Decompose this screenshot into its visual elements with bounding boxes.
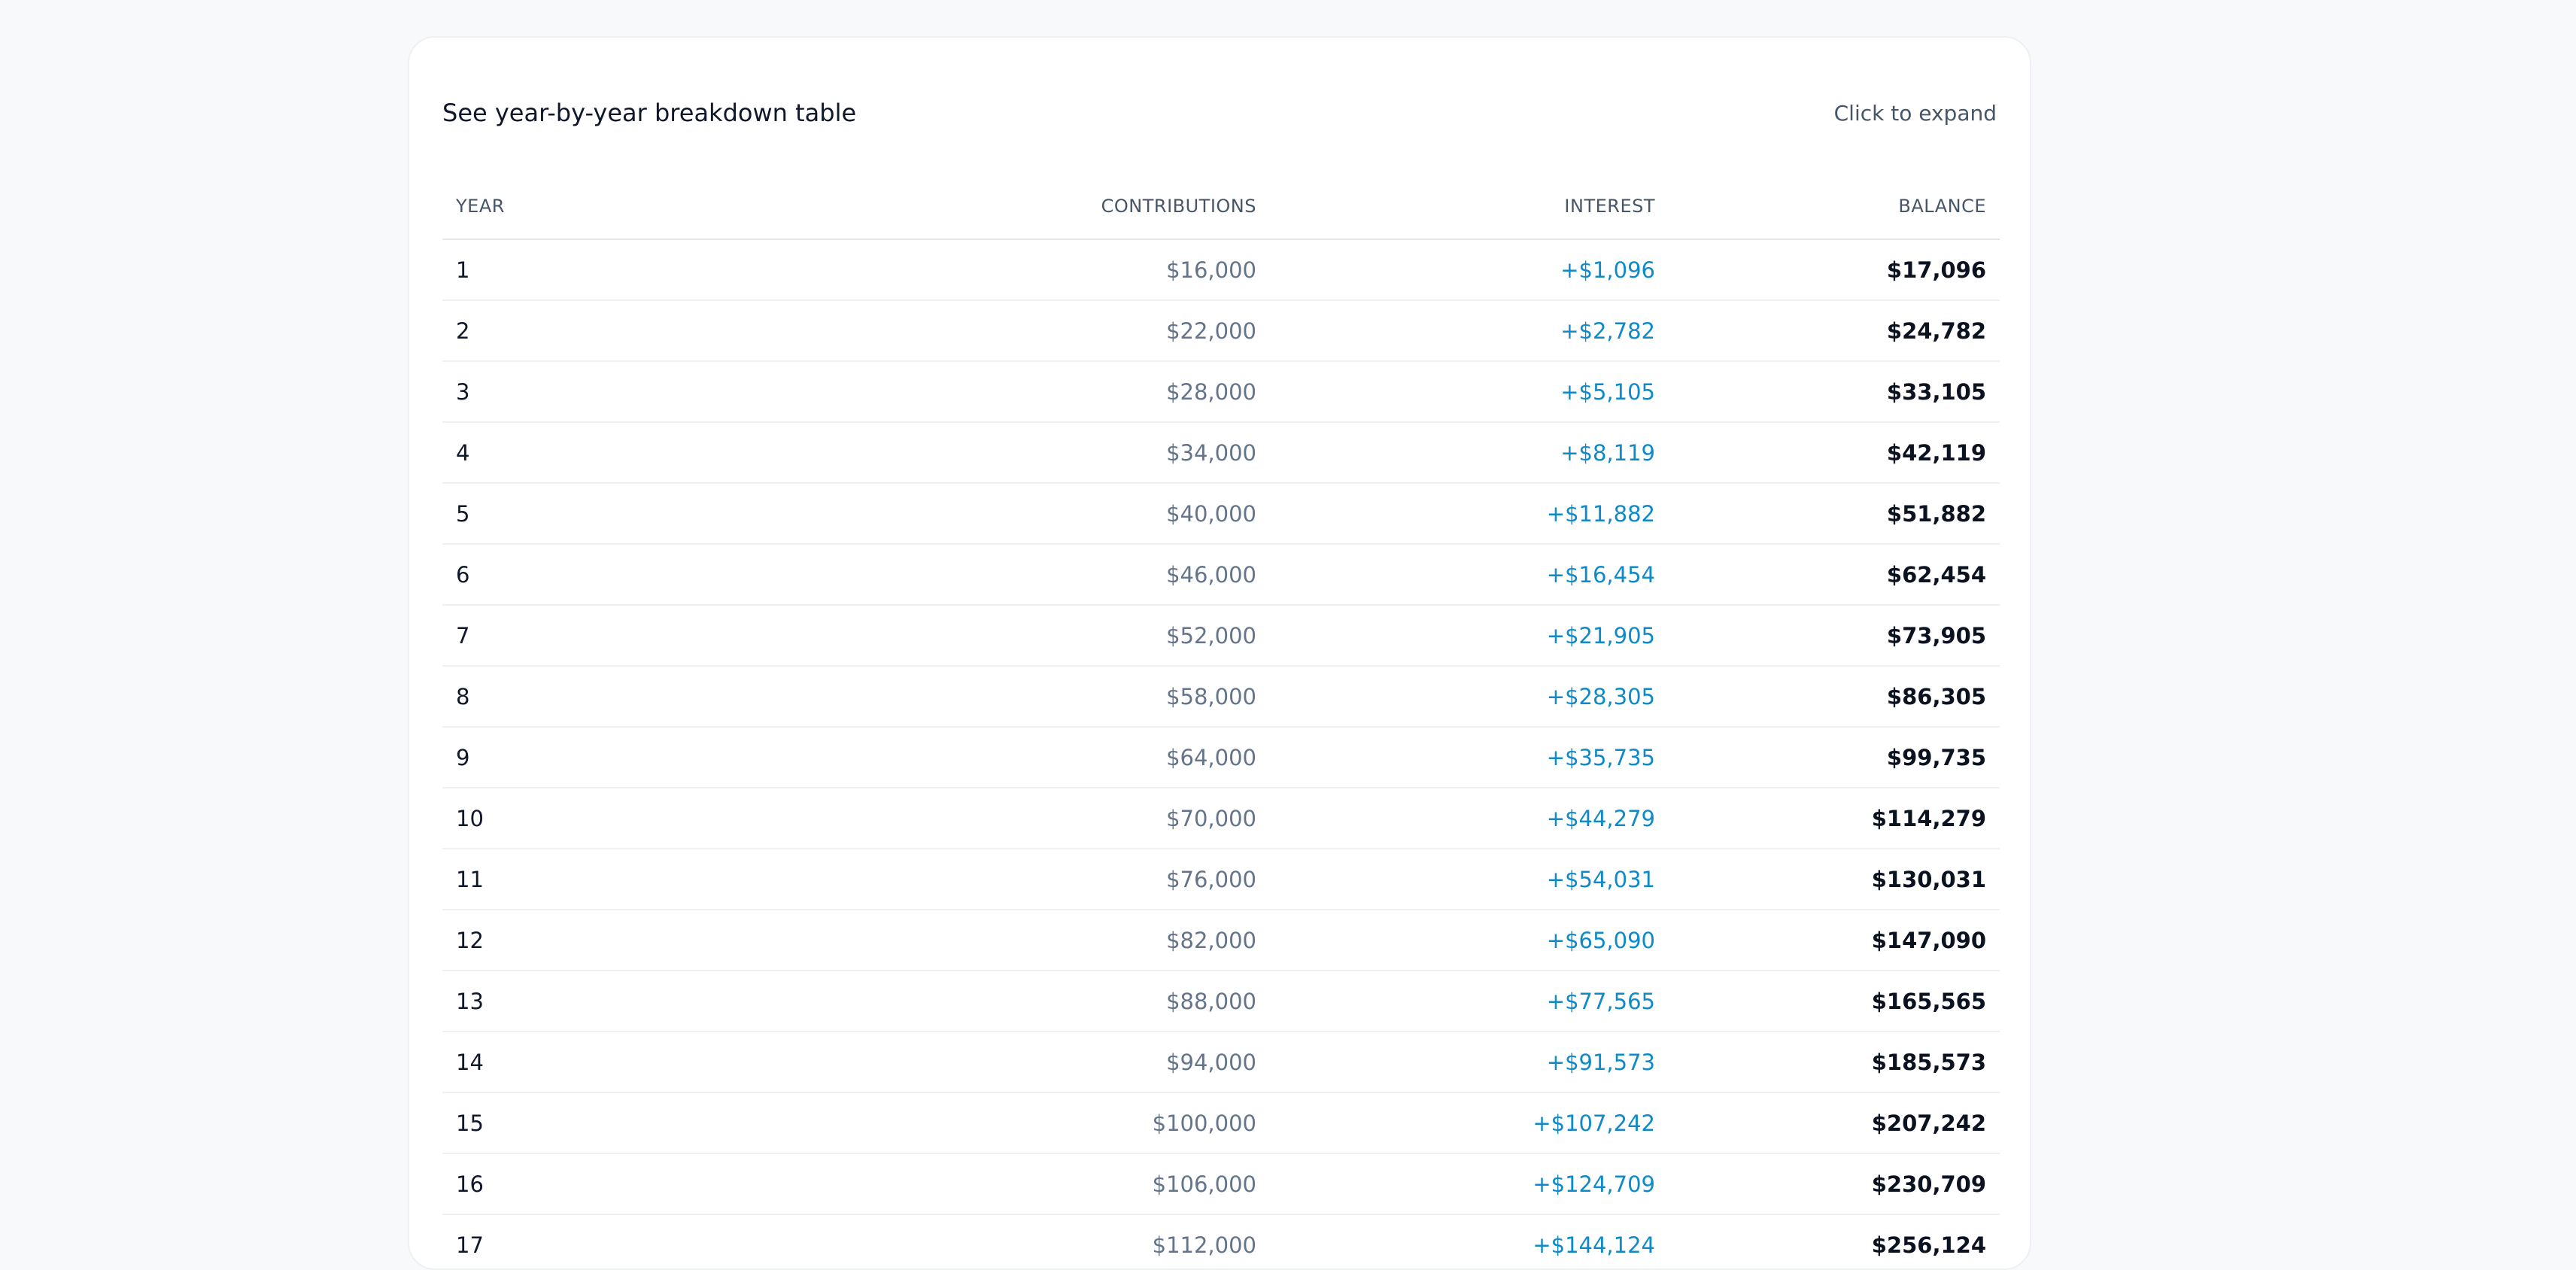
cell-year: 15 — [442, 1092, 773, 1154]
cell-interest: +$35,735 — [1270, 727, 1669, 788]
table-row: 17 $112,000 +$144,124 $256,124 — [442, 1214, 2000, 1268]
cell-year: 17 — [442, 1214, 773, 1268]
table-row: 4 $34,000 +$8,119 $42,119 — [442, 422, 2000, 484]
cell-balance: $86,305 — [1669, 666, 2000, 728]
cell-contributions: $16,000 — [773, 239, 1270, 301]
cell-balance: $99,735 — [1669, 727, 2000, 788]
cell-balance: $51,882 — [1669, 483, 2000, 545]
table-row: 7 $52,000 +$21,905 $73,905 — [442, 605, 2000, 667]
cell-contributions: $112,000 — [773, 1214, 1270, 1268]
cell-year: 13 — [442, 971, 773, 1032]
cell-balance: $62,454 — [1669, 544, 2000, 606]
cell-interest: +$21,905 — [1270, 605, 1669, 667]
cell-contributions: $94,000 — [773, 1031, 1270, 1093]
cell-interest: +$44,279 — [1270, 788, 1669, 849]
cell-balance: $73,905 — [1669, 605, 2000, 667]
table-row: 6 $46,000 +$16,454 $62,454 — [442, 544, 2000, 606]
cell-interest: +$16,454 — [1270, 544, 1669, 606]
cell-contributions: $88,000 — [773, 971, 1270, 1032]
cell-interest: +$124,709 — [1270, 1153, 1669, 1215]
table-row: 3 $28,000 +$5,105 $33,105 — [442, 361, 2000, 423]
cell-year: 9 — [442, 727, 773, 788]
cell-contributions: $52,000 — [773, 605, 1270, 667]
cell-interest: +$54,031 — [1270, 849, 1669, 910]
table-row: 12 $82,000 +$65,090 $147,090 — [442, 910, 2000, 971]
cell-contributions: $58,000 — [773, 666, 1270, 728]
column-header-balance: BALANCE — [1669, 173, 2000, 240]
table-header-row: YEAR CONTRIBUTIONS INTEREST BALANCE — [442, 173, 2000, 240]
cell-year: 5 — [442, 483, 773, 545]
cell-interest: +$107,242 — [1270, 1092, 1669, 1154]
cell-balance: $33,105 — [1669, 361, 2000, 423]
cell-contributions: $40,000 — [773, 483, 1270, 545]
table-row: 14 $94,000 +$91,573 $185,573 — [442, 1031, 2000, 1093]
cell-balance: $42,119 — [1669, 422, 2000, 484]
cell-year: 16 — [442, 1153, 773, 1215]
cell-contributions: $46,000 — [773, 544, 1270, 606]
cell-contributions: $64,000 — [773, 727, 1270, 788]
cell-contributions: $76,000 — [773, 849, 1270, 910]
cell-contributions: $22,000 — [773, 300, 1270, 362]
cell-contributions: $82,000 — [773, 910, 1270, 971]
breakdown-card: See year-by-year breakdown table Click t… — [408, 36, 2031, 1270]
cell-year: 7 — [442, 605, 773, 667]
cell-interest: +$65,090 — [1270, 910, 1669, 971]
cell-balance: $256,124 — [1669, 1214, 2000, 1268]
table-row: 16 $106,000 +$124,709 $230,709 — [442, 1153, 2000, 1215]
cell-interest: +$1,096 — [1270, 239, 1669, 301]
table-row: 9 $64,000 +$35,735 $99,735 — [442, 727, 2000, 788]
breakdown-table: YEAR CONTRIBUTIONS INTEREST BALANCE 1 $1… — [442, 173, 2000, 1268]
cell-year: 3 — [442, 361, 773, 423]
table-row: 8 $58,000 +$28,305 $86,305 — [442, 666, 2000, 728]
cell-year: 11 — [442, 849, 773, 910]
cell-contributions: $100,000 — [773, 1092, 1270, 1154]
cell-balance: $130,031 — [1669, 849, 2000, 910]
cell-balance: $147,090 — [1669, 910, 2000, 971]
cell-interest: +$8,119 — [1270, 422, 1669, 484]
column-header-interest: INTEREST — [1270, 173, 1669, 240]
breakdown-toggle[interactable]: See year-by-year breakdown table Click t… — [442, 90, 1997, 135]
cell-contributions: $70,000 — [773, 788, 1270, 849]
cell-balance: $207,242 — [1669, 1092, 2000, 1154]
cell-balance: $185,573 — [1669, 1031, 2000, 1093]
table-row: 10 $70,000 +$44,279 $114,279 — [442, 788, 2000, 849]
cell-contributions: $106,000 — [773, 1153, 1270, 1215]
cell-year: 10 — [442, 788, 773, 849]
cell-year: 12 — [442, 910, 773, 971]
cell-interest: +$144,124 — [1270, 1214, 1669, 1268]
cell-balance: $165,565 — [1669, 971, 2000, 1032]
cell-balance: $114,279 — [1669, 788, 2000, 849]
column-header-contributions: CONTRIBUTIONS — [773, 173, 1270, 240]
cell-interest: +$91,573 — [1270, 1031, 1669, 1093]
table-row: 1 $16,000 +$1,096 $17,096 — [442, 239, 2000, 301]
cell-balance: $24,782 — [1669, 300, 2000, 362]
cell-year: 4 — [442, 422, 773, 484]
cell-year: 14 — [442, 1031, 773, 1093]
cell-year: 6 — [442, 544, 773, 606]
column-header-year: YEAR — [442, 173, 773, 240]
table-row: 15 $100,000 +$107,242 $207,242 — [442, 1092, 2000, 1154]
cell-contributions: $28,000 — [773, 361, 1270, 423]
table-row: 5 $40,000 +$11,882 $51,882 — [442, 483, 2000, 545]
breakdown-title: See year-by-year breakdown table — [442, 99, 857, 127]
cell-year: 2 — [442, 300, 773, 362]
cell-year: 1 — [442, 239, 773, 301]
cell-balance: $17,096 — [1669, 239, 2000, 301]
cell-interest: +$11,882 — [1270, 483, 1669, 545]
cell-interest: +$28,305 — [1270, 666, 1669, 728]
table-row: 11 $76,000 +$54,031 $130,031 — [442, 849, 2000, 910]
table-row: 2 $22,000 +$2,782 $24,782 — [442, 300, 2000, 362]
cell-balance: $230,709 — [1669, 1153, 2000, 1215]
cell-interest: +$77,565 — [1270, 971, 1669, 1032]
cell-interest: +$2,782 — [1270, 300, 1669, 362]
cell-contributions: $34,000 — [773, 422, 1270, 484]
cell-interest: +$5,105 — [1270, 361, 1669, 423]
cell-year: 8 — [442, 666, 773, 728]
table-row: 13 $88,000 +$77,565 $165,565 — [442, 971, 2000, 1032]
expand-link[interactable]: Click to expand — [1834, 101, 1997, 126]
